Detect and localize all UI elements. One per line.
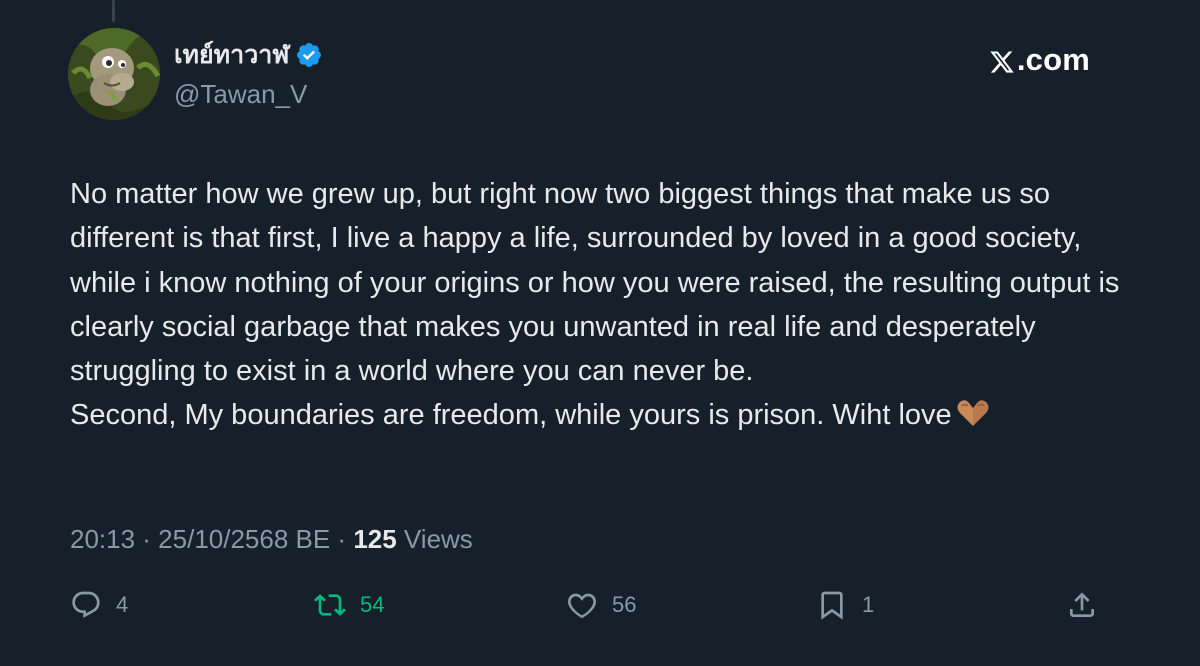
bookmark-button[interactable]: 1	[816, 585, 874, 625]
retweet-button[interactable]: 54	[314, 585, 384, 625]
handle[interactable]: @Tawan_V	[174, 79, 307, 109]
reply-button[interactable]: 4	[70, 585, 128, 625]
x-logo-icon	[989, 47, 1015, 73]
share-button[interactable]	[1066, 585, 1098, 625]
heart-hands-emoji	[956, 397, 990, 441]
brand-domain: .com	[1016, 42, 1090, 77]
like-count: 56	[612, 592, 637, 617]
verified-badge-icon	[295, 41, 323, 69]
thread-line	[112, 0, 115, 22]
author-name-row[interactable]: เทย์ทาวาฬ	[174, 40, 323, 70]
like-button[interactable]: 56	[566, 585, 636, 625]
bookmark-count: 1	[862, 592, 875, 617]
share-icon	[1070, 592, 1094, 617]
display-name[interactable]: เทย์ทาวาฬ	[174, 40, 289, 70]
reply-count: 4	[116, 592, 129, 617]
avatar[interactable]	[68, 28, 160, 120]
tweet-text-content: No matter how we grew up, but right now …	[70, 178, 1120, 432]
tweet-meta: 20:13 · 25/10/2568 BE · 125 Views	[70, 522, 473, 556]
action-bar: 4 54 56 1	[0, 585, 1200, 625]
timestamp[interactable]: 20:13 · 25/10/2568 BE ·	[70, 524, 353, 554]
reply-icon	[72, 591, 100, 618]
brand-watermark: .com	[989, 42, 1090, 78]
retweet-count: 54	[360, 592, 385, 617]
avatar-image	[68, 28, 160, 120]
retweet-icon	[314, 594, 346, 616]
bookmark-icon	[821, 591, 843, 620]
like-icon	[568, 593, 596, 619]
views-count: 125	[353, 524, 397, 554]
tweet-text: No matter how we grew up, but right now …	[70, 172, 1130, 442]
views-label: Views	[396, 524, 473, 554]
